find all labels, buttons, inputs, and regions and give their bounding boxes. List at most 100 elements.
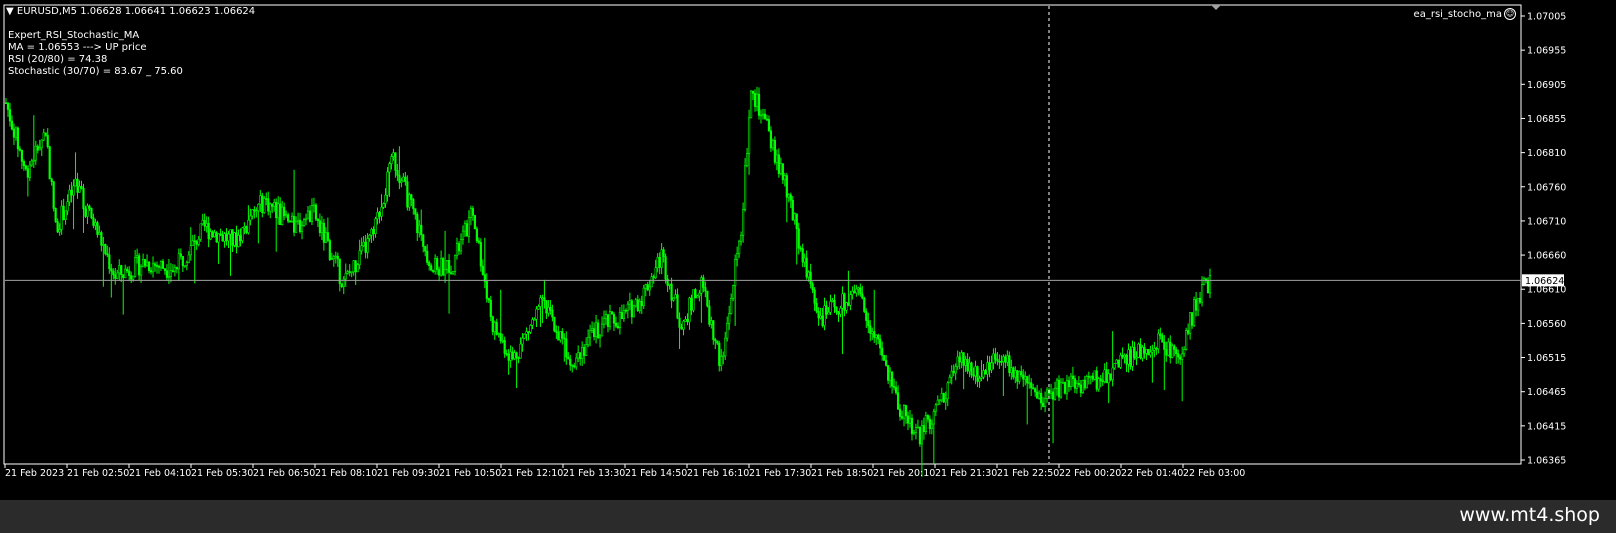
price-tick-label: 1.06415 [1527,421,1566,432]
chart-shift-marker-icon[interactable] [1211,5,1221,10]
candle-body [763,113,767,120]
candle-body [952,370,955,374]
candle-body [1163,341,1166,350]
candle-body [573,365,576,368]
indicator-badge[interactable]: ea_rsi_stocho_ma ☺ [1414,8,1516,21]
candle-body [1004,356,1007,363]
candle-body [1131,346,1134,367]
time-axis[interactable]: 21 Feb 2023 21 Feb 02:50 21 Feb 04:10 21 Fe… [4,464,1245,479]
candle-body [215,232,218,243]
candle-body [813,289,816,304]
candle-body [765,118,769,121]
candle-body [823,305,826,326]
candle-body [292,215,296,233]
candle-body [704,287,707,292]
candle-body [207,223,210,240]
candle-body [875,334,878,338]
candle-body [843,293,846,311]
candle-body [143,259,147,267]
candle-body [1127,349,1130,365]
candle-body [557,332,560,341]
candle-body [261,195,264,213]
candle-body [829,301,832,313]
candle-body [873,331,876,338]
candle-body [694,289,697,299]
candle-body [60,205,63,230]
candle-body [287,214,290,222]
candle-body [533,318,536,321]
candle-body [1161,335,1164,343]
candle-body [1093,370,1096,380]
candle-body [30,160,33,166]
price-tick-label: 1.07005 [1527,12,1566,23]
candle-body [1069,375,1073,388]
candle-body [785,175,788,198]
candle-body [447,260,451,273]
candle-body [473,215,476,230]
candle-body [1187,330,1190,334]
candle-body [795,213,798,230]
candle-body [358,250,361,265]
candle-body [134,257,137,277]
candle-body [692,289,695,311]
candle-body [326,232,329,241]
candle-body [16,127,20,150]
chart-window[interactable]: 1.07005 1.06955 1.06905 1.06855 1.06810 1.067… [0,0,1616,500]
candle-body [205,223,208,227]
price-tick-label: 1.06515 [1527,353,1566,364]
candle-body [966,358,969,372]
candle-body [1063,381,1067,394]
candle-body [869,325,872,334]
candle-body [440,258,443,276]
candle-body [449,272,453,274]
candle-body [290,215,294,222]
candle-body [203,219,206,227]
candle-body [1016,370,1019,382]
candle-body [1067,380,1071,388]
price-axis[interactable]: 1.07005 1.06955 1.06905 1.06855 1.06810 1.067… [1521,12,1566,467]
dropdown-triangle-icon[interactable]: ▼ [6,6,14,17]
price-chart[interactable]: 1.07005 1.06955 1.06905 1.06855 1.06810 1.067… [0,0,1616,500]
candle-body [724,337,727,357]
candle-body [281,206,284,226]
candle-body [1053,387,1057,400]
candle-body [749,90,753,119]
candle-body [916,426,920,429]
candle-body [743,165,747,210]
candle-body [825,305,828,315]
candle-body [684,319,687,322]
candle-body [1051,391,1055,400]
candle-body [1089,375,1092,378]
candle-body [372,228,375,235]
candle-body [706,290,709,307]
candle-body [374,218,377,235]
candle-body [245,226,248,233]
candle-body [887,365,890,381]
candle-body [346,271,349,274]
candle-body [571,364,574,367]
candle-body [688,297,691,323]
candle-body [300,225,304,233]
candle-body [187,254,190,263]
time-tick-label: 21 Feb 16:10 [687,468,749,479]
candle-body [567,356,570,360]
candle-body [690,297,693,311]
candle-body [147,261,151,271]
candle-body [10,120,14,130]
candle-body [1083,379,1086,389]
candle-body [1077,382,1080,386]
candle-body [636,299,639,312]
candle-body [521,337,524,345]
candle-body [189,245,192,256]
footer-url[interactable]: www.mt4.shop [1459,504,1600,526]
candle-body [265,198,268,200]
candle-body [847,302,850,306]
candle-body [1105,369,1108,384]
candle-body [100,232,103,246]
candle-body [155,265,159,267]
candle-body [928,418,931,429]
candle-body [106,253,109,256]
candle-body [64,210,67,221]
candle-body [883,355,886,361]
candle-body [6,102,10,110]
